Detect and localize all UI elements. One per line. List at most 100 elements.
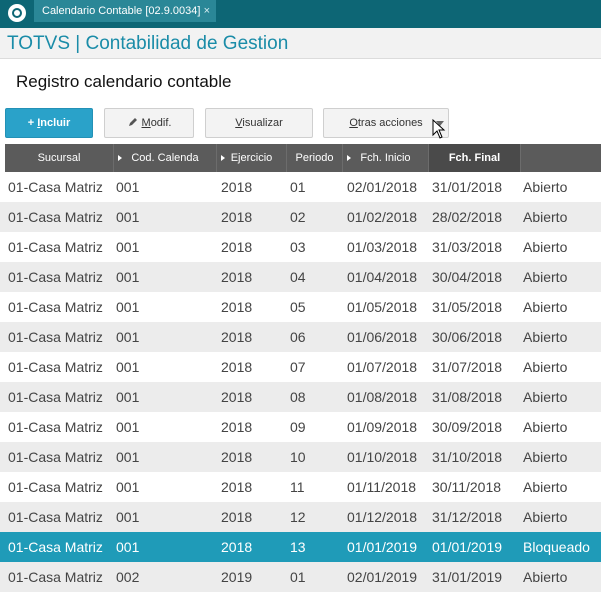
- cell-periodo: 11: [290, 479, 305, 495]
- table-row[interactable]: 01-Casa Matriz 001 2018 02 01/02/2018 28/02/2…: [0, 202, 601, 232]
- cell-cod-calenda: 001: [116, 209, 140, 225]
- cell-fch-final: 31/08/2018: [432, 389, 503, 405]
- cell-ejercicio: 2018: [221, 329, 253, 345]
- table-row[interactable]: 01-Casa Matriz 001 2018 05 01/05/2018 31/05/2…: [0, 292, 601, 322]
- cell-ejercicio: 2018: [221, 479, 253, 495]
- cell-fch-inicio: 01/02/2018: [347, 209, 418, 225]
- cell-fch-final: 31/07/2018: [432, 359, 503, 375]
- cell-sucursal: 01-Casa Matriz: [8, 509, 103, 525]
- cell-periodo: 06: [290, 329, 306, 345]
- cell-fch-final: 30/04/2018: [432, 269, 503, 285]
- close-icon[interactable]: ×: [204, 0, 210, 22]
- cell-cod-calenda: 002: [116, 569, 140, 585]
- cell-periodo: 10: [290, 449, 306, 465]
- cell-cod-calenda: 001: [116, 239, 140, 255]
- cell-fch-inicio: 01/04/2018: [347, 269, 418, 285]
- cell-ejercicio: 2018: [221, 209, 253, 225]
- cell-ejercicio: 2018: [221, 299, 253, 315]
- cell-sucursal: 01-Casa Matriz: [8, 329, 103, 345]
- cell-sucursal: 01-Casa Matriz: [8, 419, 103, 435]
- cell-sucursal: 01-Casa Matriz: [8, 269, 103, 285]
- cell-ejercicio: 2018: [221, 269, 253, 285]
- cell-cod-calenda: 001: [116, 509, 140, 525]
- cell-periodo: 13: [290, 539, 306, 555]
- table-row[interactable]: 01-Casa Matriz 001 2018 04 01/04/2018 30/04/2…: [0, 262, 601, 292]
- expand-arrow-icon: [221, 155, 225, 161]
- pencil-icon: [128, 118, 137, 126]
- incluir-button[interactable]: + Incluir: [5, 108, 93, 138]
- app-title: TOTVS | Contabilidad de Gestion: [7, 33, 289, 54]
- cell-sucursal: 01-Casa Matriz: [8, 209, 103, 225]
- cell-fch-inicio: 01/07/2018: [347, 359, 418, 375]
- cell-fch-inicio: 01/08/2018: [347, 389, 418, 405]
- cell-periodo: 05: [290, 299, 306, 315]
- cell-status: Abierto: [523, 269, 568, 285]
- cell-ejercicio: 2019: [221, 569, 253, 585]
- table-row[interactable]: 01-Casa Matriz 001 2018 09 01/09/2018 30/09/2…: [0, 412, 601, 442]
- cell-fch-final: 31/12/2018: [432, 509, 503, 525]
- cell-fch-inicio: 01/06/2018: [347, 329, 418, 345]
- expand-arrow-icon: [347, 155, 351, 161]
- cell-fch-final: 30/11/2018: [432, 479, 502, 495]
- cell-fch-inicio: 01/12/2018: [347, 509, 418, 525]
- cell-sucursal: 01-Casa Matriz: [8, 449, 103, 465]
- cell-sucursal: 01-Casa Matriz: [8, 389, 103, 405]
- modif-button[interactable]: Modif.: [104, 108, 194, 138]
- table-row[interactable]: 01-Casa Matriz 001 2018 07 01/07/2018 31/07/2…: [0, 352, 601, 382]
- cell-fch-inicio: 02/01/2019: [347, 569, 418, 585]
- cell-fch-final: 30/06/2018: [432, 329, 503, 345]
- cell-ejercicio: 2018: [221, 509, 253, 525]
- cell-periodo: 07: [290, 359, 306, 375]
- otras-acciones-button[interactable]: Otras acciones: [323, 108, 449, 138]
- column-header-ejercicio[interactable]: Ejercicio: [217, 144, 287, 172]
- cell-fch-inicio: 01/11/2018: [347, 479, 417, 495]
- cell-ejercicio: 2018: [221, 449, 253, 465]
- table-row[interactable]: 01-Casa Matriz 001 2018 10 01/10/2018 31/10/2…: [0, 442, 601, 472]
- cell-sucursal: 01-Casa Matriz: [8, 479, 103, 495]
- cell-cod-calenda: 001: [116, 539, 140, 555]
- cell-fch-inicio: 01/05/2018: [347, 299, 418, 315]
- cell-status: Abierto: [523, 569, 568, 585]
- table-row[interactable]: 01-Casa Matriz 001 2018 13 01/01/2019 01/01/2…: [0, 532, 601, 562]
- cell-status: Abierto: [523, 299, 568, 315]
- cell-cod-calenda: 001: [116, 299, 140, 315]
- tab-calendario-contable[interactable]: Calendario Contable [02.9.0034] ×: [34, 0, 216, 22]
- cell-cod-calenda: 001: [116, 359, 140, 375]
- table-row[interactable]: 01-Casa Matriz 001 2018 12 01/12/2018 31/12/2…: [0, 502, 601, 532]
- expand-arrow-icon: [118, 155, 122, 161]
- cell-sucursal: 01-Casa Matriz: [8, 539, 103, 555]
- cell-periodo: 09: [290, 419, 306, 435]
- table-row[interactable]: 01-Casa Matriz 001 2018 06 01/06/2018 30/06/2…: [0, 322, 601, 352]
- cell-fch-inicio: 01/03/2018: [347, 239, 418, 255]
- column-header-status[interactable]: [521, 144, 601, 172]
- cell-status: Abierto: [523, 449, 568, 465]
- table-row[interactable]: 01-Casa Matriz 001 2018 08 01/08/2018 31/08/2…: [0, 382, 601, 412]
- table-row[interactable]: 01-Casa Matriz 001 2018 01 02/01/2018 31/01/2…: [0, 172, 601, 202]
- cell-periodo: 01: [290, 179, 306, 195]
- column-header-cod-calenda[interactable]: Cod. Calenda: [114, 144, 217, 172]
- cell-sucursal: 01-Casa Matriz: [8, 239, 103, 255]
- column-header-fch-inicio[interactable]: Fch. Inicio: [343, 144, 429, 172]
- cell-fch-inicio: 01/09/2018: [347, 419, 418, 435]
- cell-cod-calenda: 001: [116, 419, 140, 435]
- table-row[interactable]: 01-Casa Matriz 001 2018 03 01/03/2018 31/03/2…: [0, 232, 601, 262]
- cell-fch-inicio: 01/10/2018: [347, 449, 418, 465]
- cell-status: Abierto: [523, 389, 568, 405]
- cell-status: Abierto: [523, 209, 568, 225]
- table-row[interactable]: 01-Casa Matriz 002 2019 01 02/01/2019 31/01/2…: [0, 562, 601, 592]
- column-header-sucursal[interactable]: Sucursal: [5, 144, 114, 172]
- cell-sucursal: 01-Casa Matriz: [8, 569, 103, 585]
- column-header-periodo[interactable]: Periodo: [287, 144, 343, 172]
- cell-fch-final: 31/03/2018: [432, 239, 503, 255]
- cell-fch-inicio: 02/01/2018: [347, 179, 418, 195]
- cell-fch-final: 28/02/2018: [432, 209, 503, 225]
- table-row[interactable]: 01-Casa Matriz 001 2018 11 01/11/2018 30/11/2…: [0, 472, 601, 502]
- cell-status: Abierto: [523, 419, 568, 435]
- cell-periodo: 02: [290, 209, 306, 225]
- cell-status: Abierto: [523, 359, 568, 375]
- column-header-fch-final[interactable]: Fch. Final: [429, 144, 521, 172]
- cell-periodo: 01: [290, 569, 306, 585]
- visualizar-button[interactable]: Visualizar: [205, 108, 313, 138]
- totvs-logo-icon: [8, 4, 26, 22]
- cell-status: Abierto: [523, 509, 568, 525]
